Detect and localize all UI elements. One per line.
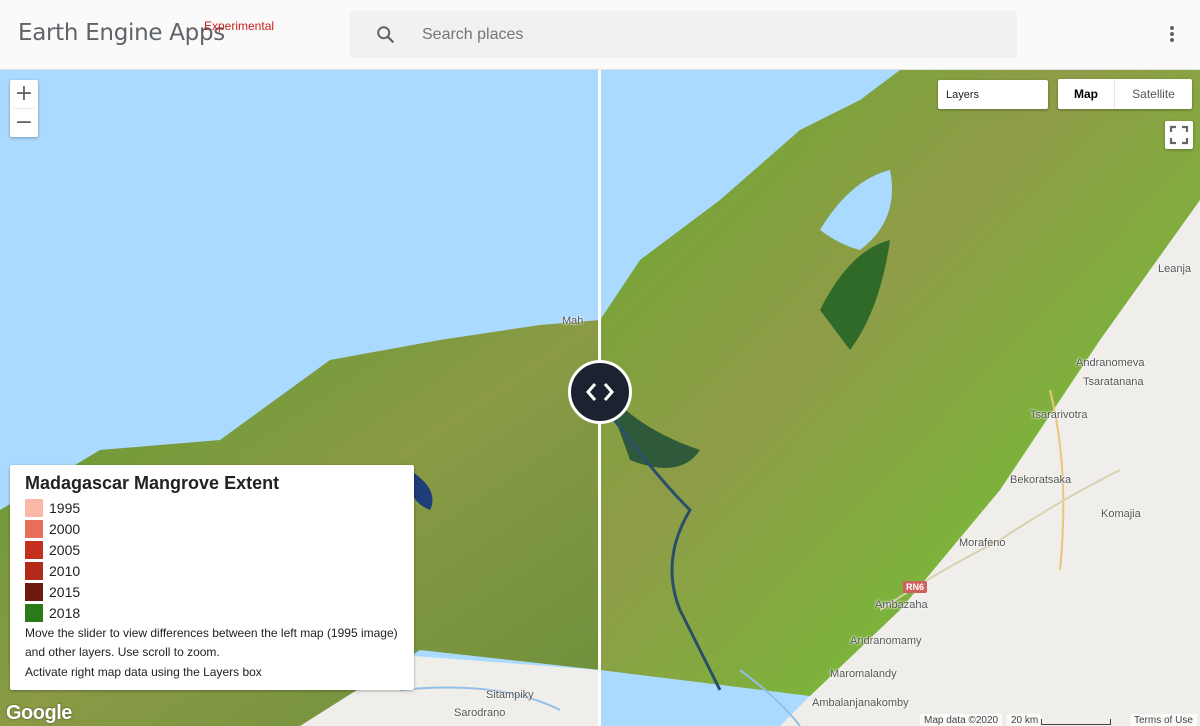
zoom-in-button[interactable]: + xyxy=(10,80,38,108)
map-label: Sitampiky xyxy=(486,689,534,701)
split-slider-handle[interactable] xyxy=(568,360,632,424)
legend-item: 2010 xyxy=(25,560,399,581)
map-label: Bekoratsaka xyxy=(1010,474,1072,486)
legend-title: Madagascar Mangrove Extent xyxy=(25,473,280,493)
legend-label: 2000 xyxy=(49,520,81,537)
map-label: Komajia xyxy=(1101,508,1141,520)
legend-label: 2005 xyxy=(49,541,81,558)
legend-swatch xyxy=(25,561,43,580)
split-slider-icon xyxy=(586,383,614,401)
search-box[interactable] xyxy=(350,11,1017,58)
scale-label[interactable]: 20 km xyxy=(1007,714,1043,726)
legend-swatch xyxy=(25,582,43,601)
map-label: Andranomeva xyxy=(1076,357,1145,369)
map-label: Ambazaha xyxy=(875,599,928,611)
legend-panel: Madagascar Mangrove Extent 1995 2000 200… xyxy=(10,465,414,690)
legend-swatch xyxy=(25,519,43,538)
scale-bar xyxy=(1041,719,1111,725)
map-type-map-button[interactable]: Map xyxy=(1058,79,1114,109)
layers-dropdown[interactable]: Layers xyxy=(938,80,1048,109)
legend-swatch xyxy=(25,498,43,517)
more-vert-icon[interactable] xyxy=(1160,22,1184,46)
terms-of-use-link[interactable]: Terms of Use xyxy=(1130,714,1197,726)
search-input[interactable] xyxy=(422,21,982,49)
map-label: Andranomamy xyxy=(850,635,922,647)
map-label: Morafeno xyxy=(959,537,1006,549)
legend-item: 2018 xyxy=(25,602,399,623)
google-logo[interactable]: Google xyxy=(6,702,72,725)
legend-description: Move the slider to view differences betw… xyxy=(25,626,398,659)
map-label: Ambalanjanakomby xyxy=(812,697,909,709)
legend-label: 2018 xyxy=(49,604,81,621)
zoom-out-button[interactable]: − xyxy=(10,109,38,137)
legend-instruction: Activate right map data using the Layers… xyxy=(25,665,262,679)
legend-swatch xyxy=(25,540,43,559)
fullscreen-icon xyxy=(1169,125,1189,145)
app-header: Earth Engine Apps Experimental xyxy=(0,0,1200,70)
legend-item: 2000 xyxy=(25,518,399,539)
fullscreen-button[interactable] xyxy=(1165,121,1193,149)
search-icon[interactable] xyxy=(375,24,397,46)
road-shield: RN6 xyxy=(903,581,928,593)
legend-label: 2010 xyxy=(49,562,81,579)
map-label: Maromalandy xyxy=(830,668,897,680)
map-type-satellite-button[interactable]: Satellite xyxy=(1115,79,1192,109)
map-type-control: Map Satellite xyxy=(1058,79,1192,109)
legend-item: 1995 xyxy=(25,497,399,518)
zoom-control: + − xyxy=(10,80,38,137)
experimental-badge: Experimental xyxy=(204,19,275,33)
app-title[interactable]: Earth Engine Apps xyxy=(18,20,225,46)
map-label: Mah xyxy=(562,315,584,327)
map-label: Leanja xyxy=(1158,263,1192,275)
legend-label: 1995 xyxy=(49,499,81,516)
map-label: Tsararivotra xyxy=(1030,409,1088,421)
map-canvas[interactable]: + − Layers Map Satellite Mah Leanja Andr… xyxy=(0,70,1200,726)
map-label: Sarodrano xyxy=(454,707,506,719)
legend-item: 2005 xyxy=(25,539,399,560)
legend-swatch xyxy=(25,603,43,622)
legend-label: 2015 xyxy=(49,583,81,600)
map-label: Tsaratanana xyxy=(1083,376,1144,388)
legend-item: 2015 xyxy=(25,581,399,602)
map-data-attribution: Map data ©2020 xyxy=(920,714,1003,726)
